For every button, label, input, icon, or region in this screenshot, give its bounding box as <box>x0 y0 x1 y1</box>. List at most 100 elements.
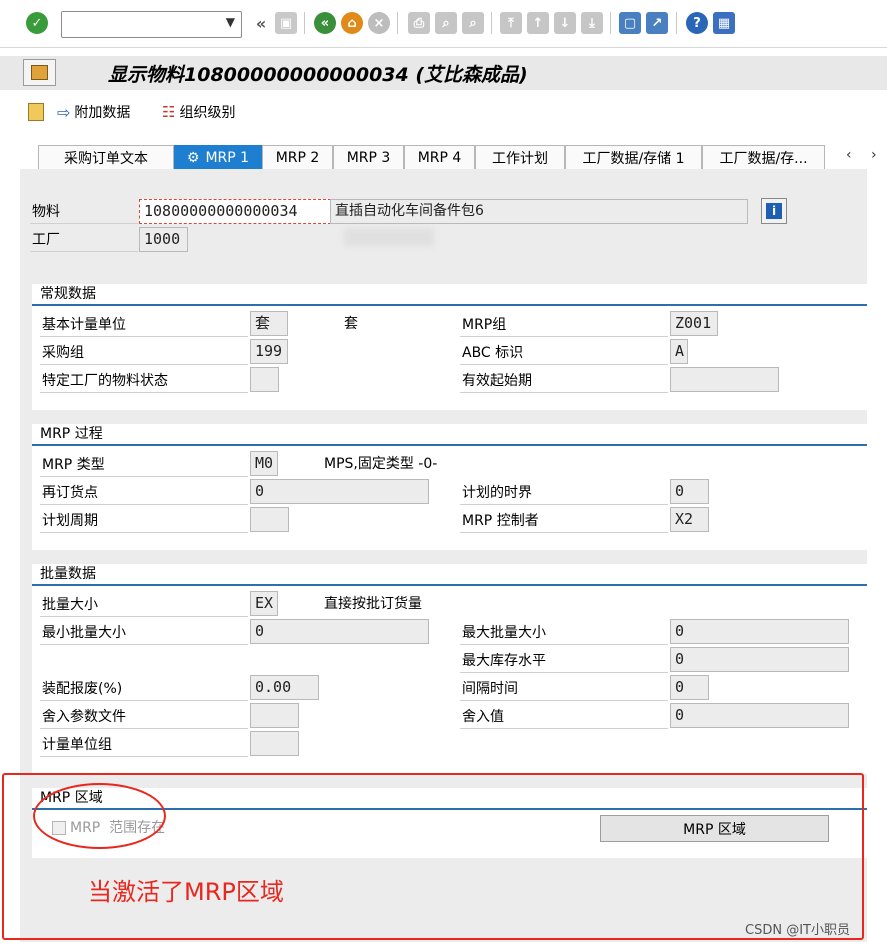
base-uom-label: 基本计量单位 <box>40 313 248 337</box>
last-page-icon[interactable]: ⤓ <box>581 12 603 34</box>
plant-status-label: 特定工厂的物料状态 <box>40 369 248 393</box>
arrow-right-icon: ⇨ <box>57 102 71 122</box>
customize-layout-icon[interactable]: ▦ <box>713 12 735 34</box>
save-icon[interactable]: ▣ <box>275 12 297 34</box>
back-icon[interactable]: « <box>314 12 336 34</box>
title-bar: 显示物料10800000000000034 (艾比森成品) <box>0 56 887 90</box>
tab-plant-storage-2[interactable]: 工厂数据/存... <box>702 145 825 169</box>
tab-mrp1[interactable]: ⚙ MRP 1 <box>174 145 262 169</box>
find-icon[interactable]: ⌕ <box>435 12 457 34</box>
plant-field[interactable]: 1000 <box>139 227 188 252</box>
max-stock-label: 最大库存水平 <box>460 649 668 673</box>
lot-size-field[interactable]: EX <box>250 591 278 616</box>
lot-size-label: 批量大小 <box>40 593 248 617</box>
mrp-type-field[interactable]: M0 <box>250 451 278 476</box>
command-input[interactable] <box>62 12 212 36</box>
mrp-type-label: MRP 类型 <box>40 453 248 477</box>
rounding-profile-field[interactable] <box>250 703 299 728</box>
abc-indicator-field[interactable]: A <box>670 339 688 364</box>
toolbar-separator <box>610 12 611 34</box>
base-uom-field[interactable]: 套 <box>250 311 288 336</box>
copy-icon <box>28 103 44 121</box>
tab-label: 工厂数据/存... <box>719 150 808 167</box>
additional-data-button[interactable]: ⇨ 附加数据 <box>57 100 130 124</box>
mrp-group-field[interactable]: Z001 <box>670 311 718 336</box>
material-description-field[interactable]: 直插自动化车间备件包6 <box>330 199 748 224</box>
tab-label: 采购订单文本 <box>64 150 148 167</box>
max-lot-size-label: 最大批量大小 <box>460 621 668 645</box>
first-page-icon[interactable]: ⤒ <box>500 12 522 34</box>
back-double-arrow-icon[interactable]: « <box>250 12 272 34</box>
chevron-down-icon[interactable]: ▼ <box>226 15 235 29</box>
tab-label: 工作计划 <box>492 150 548 167</box>
page-title: 显示物料10800000000000034 (艾比森成品) <box>108 64 528 86</box>
min-lot-size-field[interactable]: 0 <box>250 619 429 644</box>
time-fence-label: 计划的时界 <box>460 481 668 505</box>
mrp-controller-field[interactable]: X2 <box>670 507 709 532</box>
org-levels-label: 组织级别 <box>179 105 236 121</box>
takt-time-field[interactable]: 0 <box>670 675 709 700</box>
tab-mrp2[interactable]: MRP 2 <box>262 145 333 169</box>
takt-time-label: 间隔时间 <box>460 677 668 701</box>
reorder-point-field[interactable]: 0 <box>250 479 429 504</box>
gear-icon: ⚙ <box>186 149 200 166</box>
tab-label: MRP 2 <box>275 149 320 166</box>
base-uom-text: 套 <box>344 316 358 332</box>
tab-work-scheduling[interactable]: 工作计划 <box>475 145 565 169</box>
group-divider <box>32 584 867 586</box>
reorder-point-label: 再订货点 <box>40 481 248 505</box>
print-icon[interactable]: ⎙ <box>408 12 430 34</box>
tab-strip: 采购订单文本 ⚙ MRP 1 MRP 2 MRP 3 MRP 4 工作计划 工厂数… <box>20 145 887 169</box>
tab-mrp3[interactable]: MRP 3 <box>333 145 404 169</box>
system-toolbar: ✓ ▼ « ▣ « ⌂ × ⎙ ⌕ ⌕ ⤒ ↑ ↓ ⤓ ▢ ↗ ? ▦ <box>0 0 887 48</box>
org-levels-button[interactable]: ☷ 组织级别 <box>162 100 235 124</box>
cancel-icon[interactable]: × <box>368 12 390 34</box>
info-icon: i <box>766 203 782 219</box>
enter-check-icon[interactable]: ✓ <box>26 12 48 34</box>
max-stock-field[interactable]: 0 <box>670 647 849 672</box>
shortcut-icon[interactable]: ↗ <box>646 12 668 34</box>
tab-plant-storage-1[interactable]: 工厂数据/存储 1 <box>565 145 702 169</box>
assembly-scrap-label: 装配报废(%) <box>40 677 248 701</box>
new-session-icon[interactable]: ▢ <box>619 12 641 34</box>
max-lot-size-field[interactable]: 0 <box>670 619 849 644</box>
tab-label: 工厂数据/存储 1 <box>582 150 685 167</box>
prev-page-icon[interactable]: ↑ <box>527 12 549 34</box>
unit-group-field[interactable] <box>250 731 299 756</box>
valid-from-label: 有效起始期 <box>460 369 668 393</box>
tab-label: MRP 1 <box>205 149 250 166</box>
toolbar-separator <box>397 12 398 34</box>
find-next-icon[interactable]: ⌕ <box>462 12 484 34</box>
plant-status-field[interactable] <box>250 367 279 392</box>
help-icon[interactable]: ? <box>686 12 708 34</box>
blurred-region <box>344 228 434 246</box>
menu-button[interactable] <box>23 59 56 86</box>
copy-button[interactable] <box>28 100 44 124</box>
command-field[interactable]: ▼ <box>61 11 242 38</box>
material-field[interactable]: 10800000000000034 <box>139 199 331 224</box>
tab-label: MRP 4 <box>417 149 462 166</box>
min-lot-size-label: 最小批量大小 <box>40 621 248 645</box>
lot-size-title: 批量数据 <box>40 566 96 582</box>
time-fence-field[interactable]: 0 <box>670 479 709 504</box>
tab-purchase-text[interactable]: 采购订单文本 <box>38 145 174 169</box>
additional-data-label: 附加数据 <box>74 105 131 121</box>
purchasing-group-label: 采购组 <box>40 341 248 365</box>
annotation-ellipse <box>33 783 166 849</box>
assembly-scrap-field[interactable]: 0.00 <box>250 675 319 700</box>
tab-mrp4[interactable]: MRP 4 <box>404 145 475 169</box>
tab-scroll-left-icon[interactable]: ‹ <box>846 147 852 163</box>
exit-icon[interactable]: ⌂ <box>341 12 363 34</box>
application-toolbar: ⇨ 附加数据 ☷ 组织级别 <box>0 96 887 128</box>
rounding-value-field[interactable]: 0 <box>670 703 849 728</box>
lot-size-text: 直接按批订货量 <box>324 596 422 612</box>
planning-cycle-label: 计划周期 <box>40 509 248 533</box>
toolbar-separator <box>491 12 492 34</box>
valid-from-field[interactable] <box>670 367 779 392</box>
purchasing-group-field[interactable]: 199 <box>250 339 288 364</box>
info-button[interactable]: i <box>761 198 787 224</box>
tab-scroll-right-icon[interactable]: › <box>871 147 877 163</box>
next-page-icon[interactable]: ↓ <box>554 12 576 34</box>
planning-cycle-field[interactable] <box>250 507 289 532</box>
rounding-profile-label: 舍入参数文件 <box>40 705 248 729</box>
